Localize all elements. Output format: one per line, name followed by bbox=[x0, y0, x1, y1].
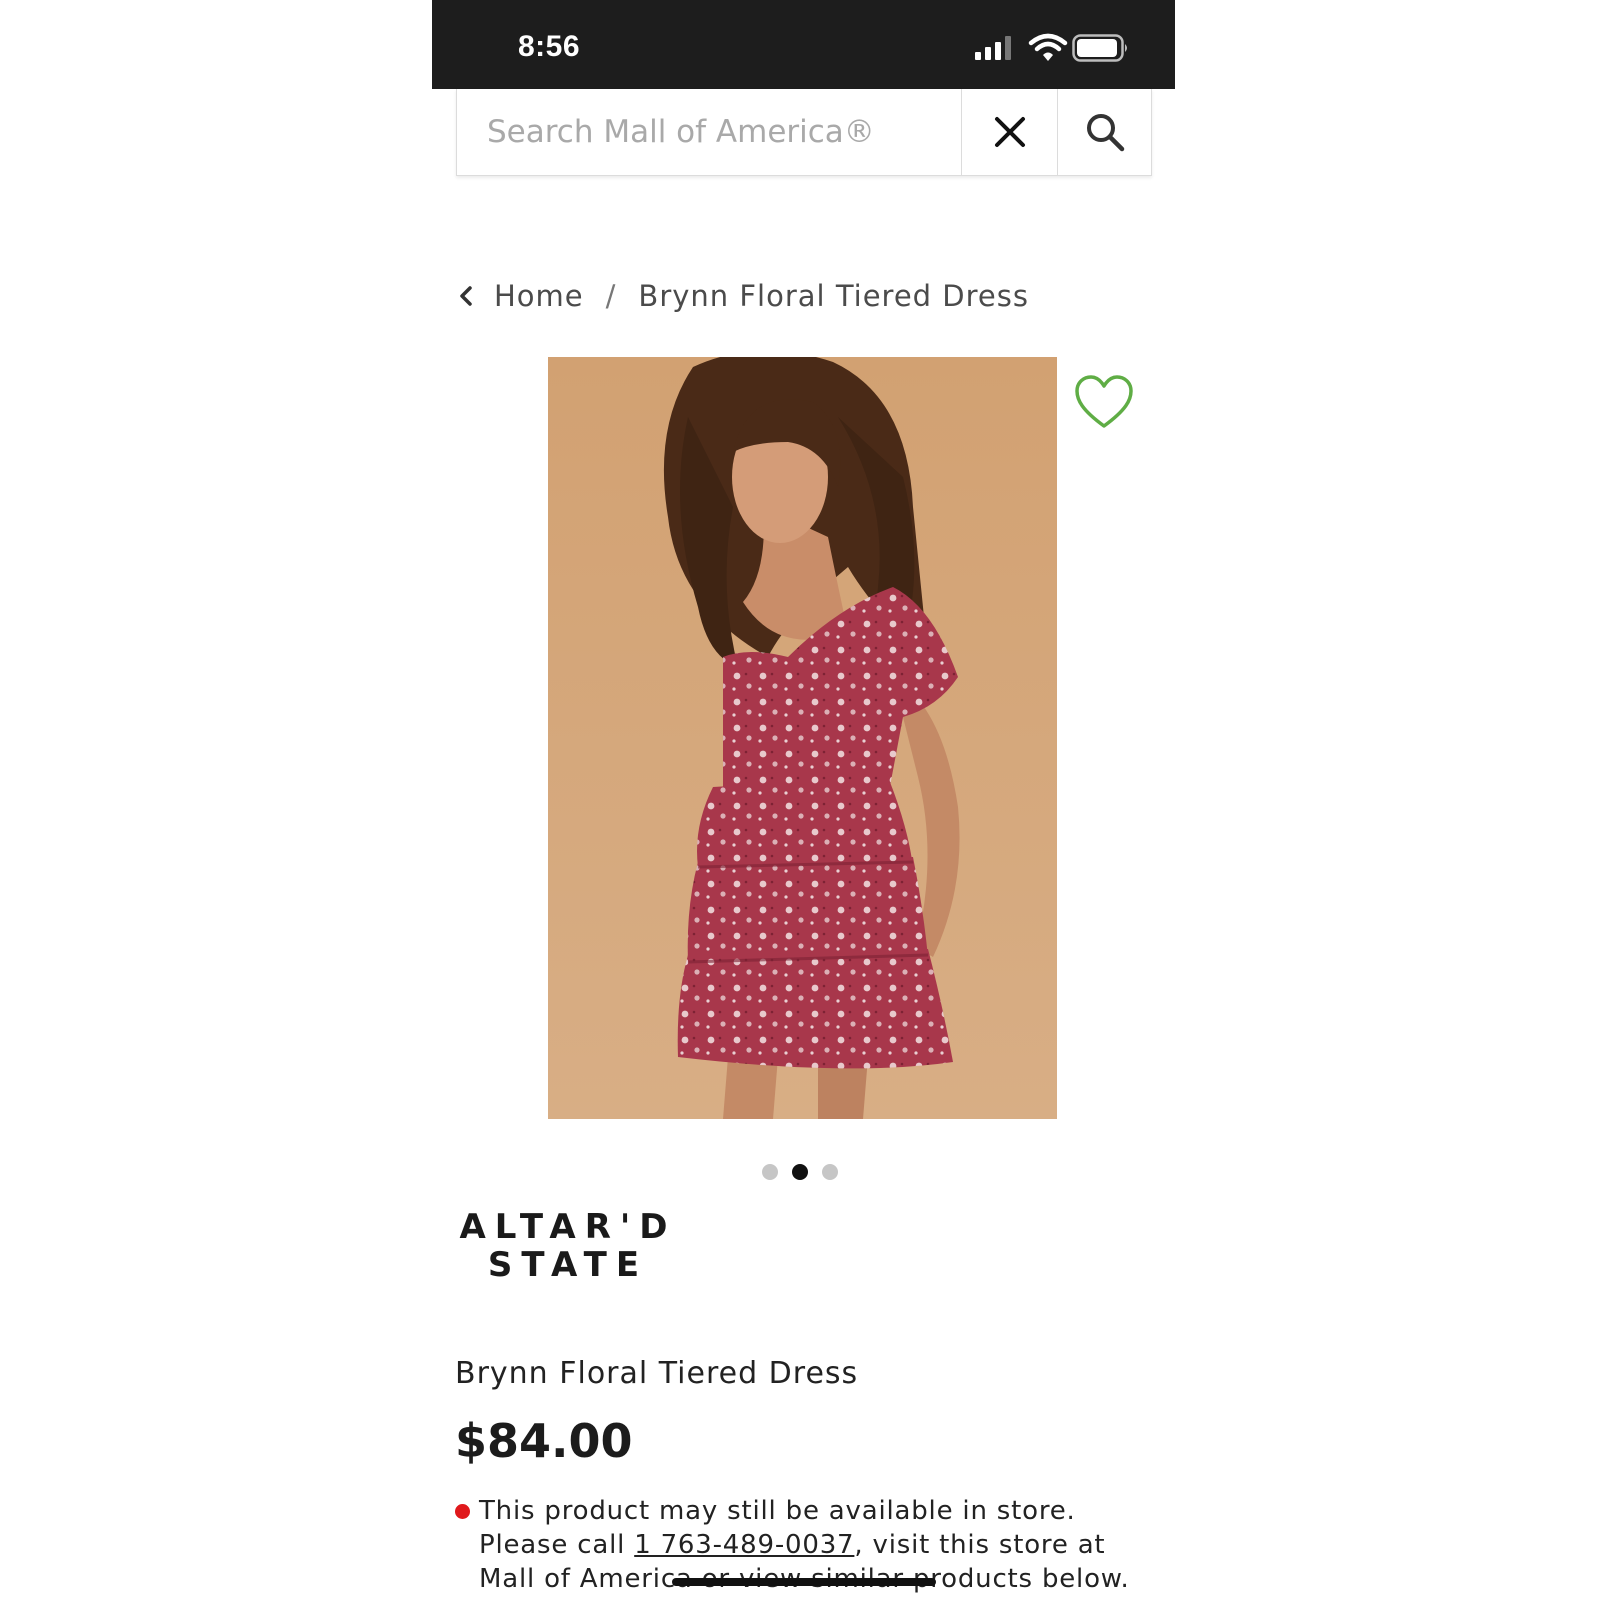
clear-search-button[interactable] bbox=[961, 89, 1057, 175]
status-time: 8:56 bbox=[518, 30, 581, 63]
carousel-dot-1[interactable] bbox=[762, 1164, 778, 1180]
search-icon bbox=[1087, 114, 1125, 152]
search-button[interactable] bbox=[1057, 89, 1152, 175]
product-image[interactable] bbox=[548, 357, 1057, 1119]
breadcrumb-current: Brynn Floral Tiered Dress bbox=[638, 279, 1029, 313]
product-price: $84.00 bbox=[455, 1414, 633, 1468]
brand-logo-line2: STATE bbox=[487, 1245, 649, 1285]
breadcrumb-home-link[interactable]: Home bbox=[494, 279, 584, 313]
search-bar bbox=[456, 89, 1152, 176]
battery-icon bbox=[1072, 34, 1127, 62]
carousel-dot-2[interactable] bbox=[792, 1164, 808, 1180]
wifi-icon bbox=[1028, 33, 1068, 61]
product-name: Brynn Floral Tiered Dress bbox=[455, 1356, 859, 1391]
brand-logo[interactable]: ALTAR'D STATE bbox=[458, 1208, 678, 1288]
brand-logo-line1: ALTAR'D bbox=[459, 1207, 677, 1247]
signal-icon bbox=[975, 36, 1011, 60]
carousel-dot-3[interactable] bbox=[822, 1164, 838, 1180]
store-phone-link[interactable]: 1 763-489-0037 bbox=[634, 1530, 854, 1560]
chevron-left-icon[interactable] bbox=[456, 283, 476, 309]
search-input[interactable] bbox=[457, 89, 961, 175]
breadcrumb-separator: / bbox=[605, 279, 617, 313]
status-bar: 8:56 bbox=[432, 0, 1175, 89]
close-icon bbox=[994, 117, 1025, 147]
heart-icon[interactable] bbox=[1074, 374, 1134, 430]
carousel-dots bbox=[762, 1164, 838, 1180]
breadcrumb: Home / Brynn Floral Tiered Dress bbox=[456, 276, 1029, 316]
home-indicator[interactable] bbox=[672, 1578, 936, 1586]
product-photo bbox=[548, 357, 1057, 1119]
unavailable-status-dot bbox=[455, 1504, 470, 1519]
